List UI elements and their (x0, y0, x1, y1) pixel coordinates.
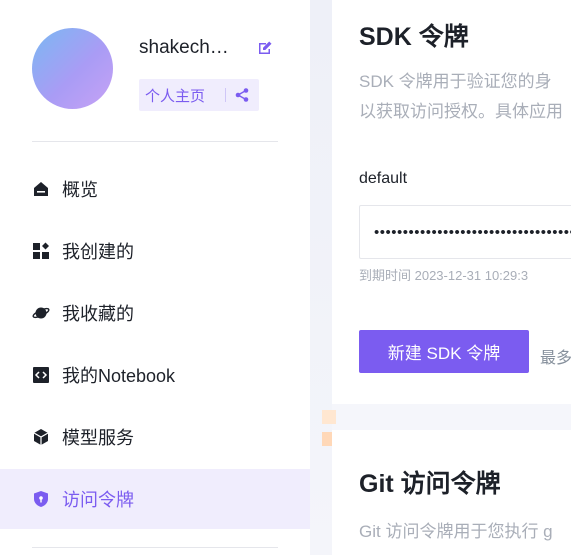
divider (32, 547, 278, 548)
sdk-token-title: SDK 令牌 (359, 23, 469, 51)
token-limit-note: 最多 (540, 350, 571, 367)
sidebar-item-access-tokens[interactable]: 访问令牌 (0, 469, 310, 529)
key-shield-icon (32, 490, 50, 508)
username: shakech… (139, 37, 229, 58)
sidebar-item-label: 访问令牌 (62, 490, 134, 510)
token-value: •••••••••••••••••••••••••••••••••••• (374, 223, 571, 241)
sidebar-item-notebook[interactable]: 我的Notebook (0, 345, 310, 405)
main-content: SDK 令牌 SDK 令牌用于验证您的身 以获取访问授权。具体应用 defaul… (310, 0, 571, 555)
edit-icon[interactable] (257, 40, 273, 56)
token-expiry: 到期时间 2023-12-31 10:29:3 (359, 268, 529, 283)
background-decoration (310, 0, 332, 555)
avatar[interactable] (32, 28, 113, 109)
sidebar-item-overview[interactable]: 概览 (0, 159, 310, 219)
sidebar-item-model-service[interactable]: 模型服务 (0, 407, 310, 467)
pill-divider (225, 88, 226, 102)
sidebar-item-label: 我收藏的 (62, 304, 134, 324)
sdk-token-card: SDK 令牌 SDK 令牌用于验证您的身 以获取访问授权。具体应用 defaul… (332, 0, 571, 404)
sidebar-item-label: 模型服务 (62, 428, 134, 448)
sidebar: shakech… 个人主页 概览 我创建的 我收藏的 我的Notebook 模型… (0, 0, 310, 555)
planet-icon (32, 304, 50, 322)
git-token-description: Git 访问令牌用于您执行 g (359, 522, 553, 541)
cube-icon (32, 428, 50, 446)
git-token-title: Git 访问令牌 (359, 470, 501, 498)
homepage-link[interactable]: 个人主页 (139, 85, 223, 106)
sidebar-item-favorites[interactable]: 我收藏的 (0, 283, 310, 343)
sdk-token-description: 以获取访问授权。具体应用 (359, 102, 563, 121)
sdk-token-description: SDK 令牌用于验证您的身 (359, 72, 552, 91)
token-field[interactable]: •••••••••••••••••••••••••••••••••••• (359, 205, 571, 259)
profile-pill: 个人主页 (139, 79, 259, 111)
code-notebook-icon (32, 366, 50, 384)
new-sdk-token-button[interactable]: 新建 SDK 令牌 (359, 330, 529, 373)
divider (32, 141, 278, 142)
sidebar-item-label: 我创建的 (62, 242, 134, 262)
sidebar-item-label: 我的Notebook (62, 366, 176, 386)
token-name: default (359, 170, 408, 187)
share-icon[interactable] (234, 87, 250, 103)
sidebar-item-label: 概览 (62, 180, 98, 200)
sidebar-item-created[interactable]: 我创建的 (0, 221, 310, 281)
grid-plus-icon (32, 242, 50, 260)
git-token-card: Git 访问令牌 Git 访问令牌用于您执行 g (332, 430, 571, 555)
home-icon (32, 180, 50, 198)
background-decoration (322, 410, 336, 424)
